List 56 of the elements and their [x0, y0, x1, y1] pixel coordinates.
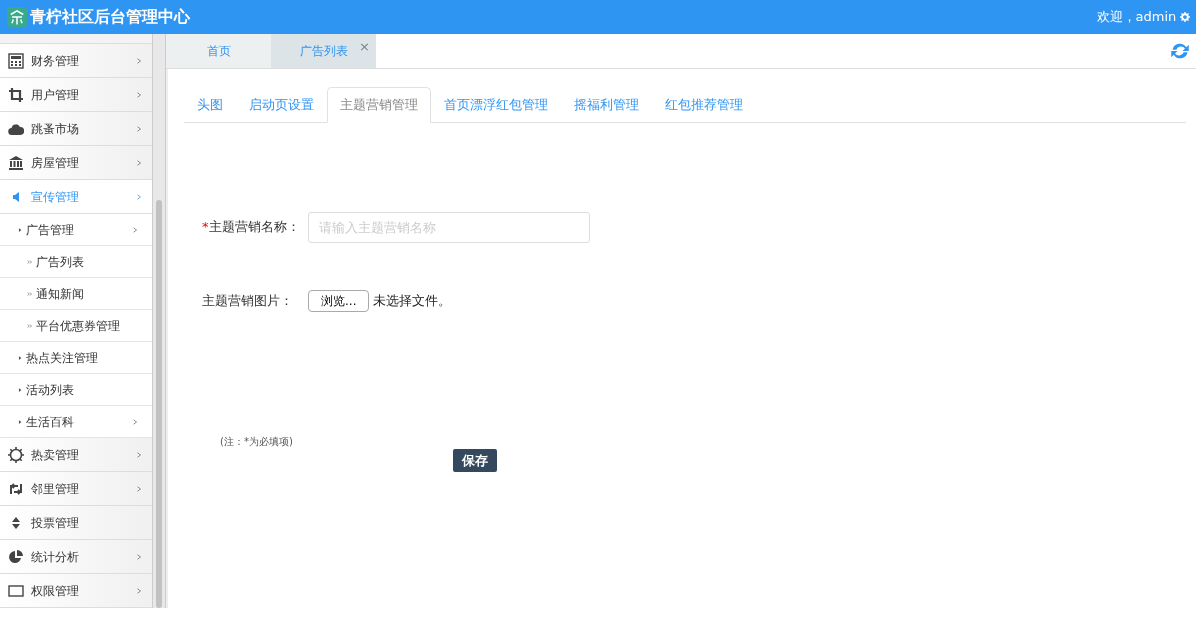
- menu-label: 投票管理: [30, 514, 79, 532]
- menu-label: 广告管理: [26, 221, 75, 239]
- browse-button[interactable]: 浏览...: [308, 289, 370, 312]
- calculator-icon: [8, 52, 24, 69]
- menu-label: 宣传管理: [30, 188, 79, 206]
- settings-icon: [1179, 12, 1190, 22]
- sidebar-item[interactable]: 权限管理: [0, 574, 152, 608]
- field-label: 主题营销图片：: [202, 291, 294, 310]
- sidebar-item[interactable]: 热卖管理: [0, 438, 152, 472]
- menu-label: 广告列表: [36, 253, 85, 271]
- submenu-item[interactable]: 通知新闻: [0, 278, 152, 310]
- retweet-icon: [8, 480, 24, 497]
- menu-label: 邻里管理: [30, 480, 79, 498]
- submenu-item[interactable]: 平台优惠券管理: [0, 310, 152, 342]
- sidebar-item[interactable]: 用户管理: [0, 78, 152, 112]
- scrollbar[interactable]: [152, 34, 166, 608]
- double-chevron-icon: [27, 321, 33, 330]
- menu-label: 热点关注管理: [26, 349, 99, 367]
- bank-icon: [8, 154, 24, 171]
- sidebar-item[interactable]: 房屋管理: [0, 146, 152, 180]
- double-chevron-icon: [27, 257, 33, 266]
- sidebar-item[interactable]: 跳蚤市场: [0, 112, 152, 146]
- submenu-item[interactable]: 热点关注管理: [0, 342, 152, 374]
- save-button[interactable]: 保存: [453, 448, 497, 472]
- logo-icon: [6, 7, 27, 27]
- welcome-text: 欢迎，admin: [1096, 8, 1177, 27]
- note-text: (注：*为必填项): [220, 434, 294, 449]
- crop-icon: [8, 86, 24, 103]
- sidebar-item[interactable]: 投票管理: [0, 506, 152, 540]
- menu-label: 热卖管理: [30, 446, 79, 464]
- app-title: 青柠社区后台管理中心: [29, 6, 190, 28]
- menu-label: 统计分析: [30, 548, 79, 566]
- menu-label: 生活百科: [26, 413, 75, 431]
- menu-label: 房屋管理: [30, 154, 79, 172]
- menu-label: 平台优惠券管理: [36, 317, 121, 335]
- sidebar-item[interactable]: 邻里管理: [0, 472, 152, 506]
- gear-icon: [8, 446, 24, 463]
- file-status-text: 未选择文件。: [372, 291, 451, 310]
- refresh-icon: [1169, 41, 1190, 61]
- submenu-item[interactable]: 广告列表: [0, 246, 152, 278]
- menu-label: 跳蚤市场: [30, 120, 79, 138]
- double-chevron-icon: [27, 289, 33, 298]
- sidebar-item[interactable]: 财务管理: [0, 44, 152, 78]
- menu-label: 用户管理: [30, 86, 79, 104]
- field-label: *主题营销名称：: [202, 218, 301, 237]
- menu-label: 财务管理: [30, 52, 79, 70]
- submenu-item[interactable]: 生活百科: [0, 406, 152, 438]
- submenu-item[interactable]: 活动列表: [0, 374, 152, 406]
- monitor-icon: [8, 582, 24, 599]
- menu-label: 活动列表: [26, 381, 75, 399]
- pie-chart-icon: [8, 548, 24, 565]
- menu-label: 通知新闻: [36, 285, 85, 303]
- sidebar-item[interactable]: 统计分析: [0, 540, 152, 574]
- submenu-item[interactable]: 广告管理: [0, 214, 152, 246]
- tab[interactable]: 主题营销管理: [327, 87, 431, 123]
- menu-label: 权限管理: [30, 582, 79, 600]
